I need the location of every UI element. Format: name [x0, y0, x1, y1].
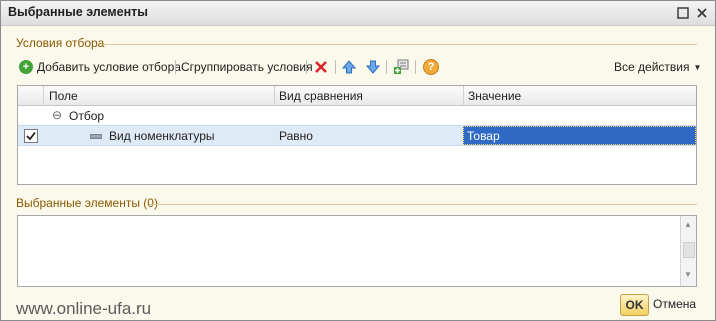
collapse-icon[interactable]: ⊖ — [52, 108, 62, 122]
use-checkbox[interactable] — [24, 129, 38, 143]
toolbar-separator — [386, 60, 387, 74]
table-row[interactable]: Вид номенклатуры Равно Товар — [18, 125, 696, 146]
maximize-icon — [677, 7, 689, 19]
insert-group-icon — [394, 59, 409, 74]
close-icon — [697, 8, 707, 18]
scroll-thumb[interactable] — [683, 242, 695, 258]
selected-elements-list[interactable]: ▲ ▼ — [17, 215, 697, 287]
all-actions-label: Все действия — [614, 60, 690, 74]
filter-toolbar: + Добавить условие отбора Сгруппировать … — [17, 56, 701, 78]
column-separator — [463, 86, 464, 105]
toolbar-separator — [175, 60, 176, 74]
dialog-window: Выбранные элементы Условия отбора + Доба… — [0, 0, 716, 321]
column-header-comparison[interactable]: Вид сравнения — [279, 89, 363, 103]
arrow-down-icon — [366, 60, 380, 74]
row-value: Товар — [467, 129, 500, 143]
group-row-label: Отбор — [69, 109, 105, 123]
value-cell[interactable]: Товар — [463, 126, 696, 145]
group-conditions-label: Сгруппировать условия — [181, 60, 313, 74]
column-separator — [274, 86, 275, 105]
filter-section-label: Условия отбора — [16, 36, 105, 50]
scroll-up-icon[interactable]: ▲ — [684, 220, 692, 229]
close-button[interactable] — [694, 5, 710, 21]
ok-button[interactable]: OK — [620, 294, 649, 316]
group-conditions-button[interactable]: Сгруппировать условия — [181, 58, 313, 76]
toolbar-separator — [306, 60, 307, 74]
cancel-button[interactable]: Отмена — [653, 297, 696, 311]
table-header: Поле Вид сравнения Значение — [18, 86, 696, 106]
column-header-field[interactable]: Поле — [49, 89, 78, 103]
arrow-up-icon — [342, 60, 356, 74]
titlebar: Выбранные элементы — [1, 1, 715, 26]
add-condition-label: Добавить условие отбора — [37, 60, 181, 74]
help-button[interactable]: ? — [423, 58, 439, 76]
row-comparison[interactable]: Равно — [279, 129, 313, 143]
column-separator — [43, 86, 44, 105]
table-row-group[interactable]: ⊖ Отбор — [18, 106, 696, 125]
column-header-value[interactable]: Значение — [468, 89, 521, 103]
field-type-icon — [90, 134, 102, 139]
maximize-button[interactable] — [675, 5, 691, 21]
insert-group-button[interactable] — [393, 58, 409, 76]
checkmark-icon — [26, 131, 36, 141]
move-up-button[interactable] — [342, 58, 356, 76]
window-title: Выбранные элементы — [8, 5, 148, 19]
move-down-button[interactable] — [366, 58, 380, 76]
delete-icon — [315, 61, 327, 73]
row-field[interactable]: Вид номенклатуры — [109, 129, 215, 143]
filter-table: Поле Вид сравнения Значение ⊖ Отбор Вид … — [17, 85, 697, 185]
selected-section-label: Выбранные элементы (0) — [16, 196, 158, 210]
watermark-text: www.online-ufa.ru — [16, 299, 152, 318]
scroll-down-icon[interactable]: ▼ — [684, 270, 692, 279]
add-condition-button[interactable]: + Добавить условие отбора — [19, 58, 181, 76]
section-divider — [103, 44, 697, 45]
dropdown-arrow-icon: ▼ — [693, 62, 702, 72]
help-icon: ? — [423, 59, 439, 75]
toolbar-separator — [415, 60, 416, 74]
all-actions-menu[interactable]: Все действия ▼ — [614, 58, 701, 76]
toolbar-separator — [335, 60, 336, 74]
scrollbar[interactable]: ▲ ▼ — [680, 216, 696, 286]
add-condition-icon: + — [19, 60, 33, 74]
delete-button[interactable] — [314, 58, 328, 76]
section-divider — [149, 204, 697, 205]
